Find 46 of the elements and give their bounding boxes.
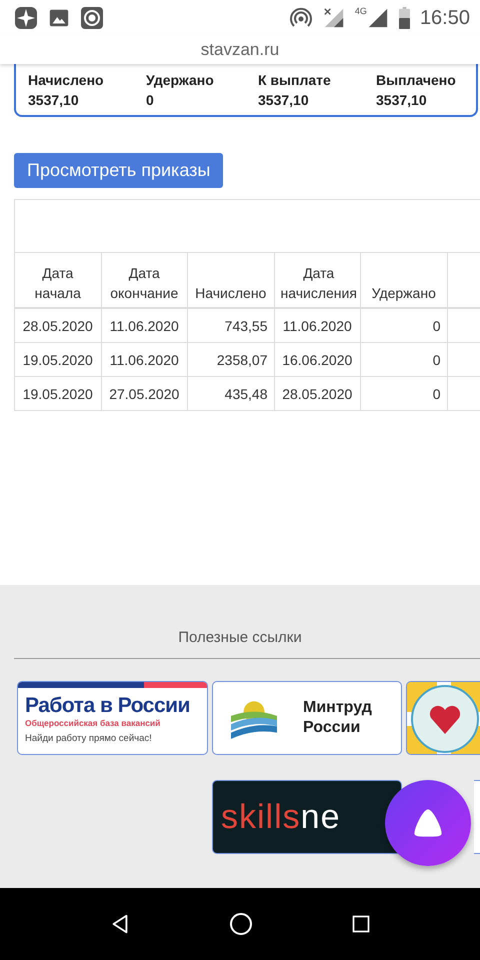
table-cell: 435,48 <box>224 386 268 402</box>
recent-apps-icon[interactable] <box>351 914 371 934</box>
battery-icon <box>398 7 410 29</box>
table-cell: 19.05.2020 <box>22 352 93 368</box>
summary-label: Начислено <box>28 71 105 90</box>
table-cell: 27.05.2020 <box>109 386 180 402</box>
skills-banner[interactable]: skillsne <box>212 780 402 854</box>
page-address[interactable]: stavzan.ru <box>200 40 280 60</box>
summary-value: 3537,10 <box>28 91 80 110</box>
column-header: Дата начала <box>34 264 82 303</box>
table-cell: 19.05.2020 <box>22 386 93 402</box>
table-cell: 0 <box>432 352 440 368</box>
table-cell: 28.05.2020 <box>22 318 93 334</box>
voice-assistant-button[interactable] <box>385 780 471 866</box>
table-cell: 743,55 <box>224 318 268 334</box>
useful-links-heading: Полезные ссылки <box>177 629 303 646</box>
column-header: Дата начисления <box>280 264 357 303</box>
column-header: Начислено <box>195 284 266 303</box>
record-icon <box>80 6 104 30</box>
image-icon <box>48 7 70 29</box>
summary-label: К выплате <box>258 71 332 90</box>
network-type: 4G <box>354 6 367 16</box>
app-icon <box>14 6 38 30</box>
clock: 16:50 <box>420 6 470 30</box>
table-cell: 28.05.2020 <box>282 386 352 402</box>
summary-value: 3537,10 <box>258 91 310 110</box>
signal-icon <box>366 7 389 29</box>
table-cell: 16.06.2020 <box>282 352 352 368</box>
table-cell: 2358,07 <box>216 352 268 368</box>
signal-icon <box>322 7 345 29</box>
charity-banner[interactable] <box>406 681 480 755</box>
summary-label: Выплачено <box>376 71 457 90</box>
column-header: Дата окончание <box>109 264 180 303</box>
table-cell: 11.06.2020 <box>110 352 179 368</box>
summary-label: Удержано <box>146 71 215 90</box>
ministry-banner[interactable]: Минтруд России <box>212 681 402 755</box>
table-cell: 0 <box>432 386 440 402</box>
table-cell: 11.06.2020 <box>282 318 352 334</box>
view-orders-button[interactable]: Просмотреть приказы <box>14 153 224 188</box>
table-cell: 11.06.2020 <box>110 318 179 334</box>
column-header: Удержано <box>372 284 436 303</box>
summary-value: 0 <box>146 91 155 110</box>
job-site-banner[interactable]: Работа в России Общероссийская база вакансий Найди работу прямо сейчас! <box>17 681 208 755</box>
summary-value: 3537,10 <box>376 91 428 110</box>
home-icon[interactable] <box>229 912 253 936</box>
table-cell: 0 <box>432 318 440 334</box>
